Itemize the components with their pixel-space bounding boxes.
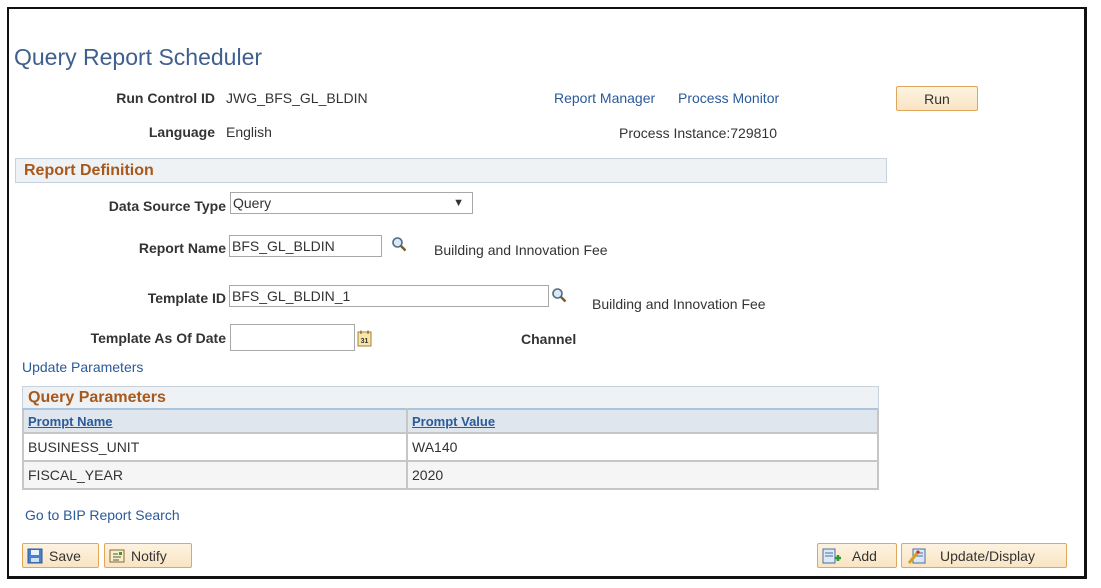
column-header-prompt-name[interactable]: Prompt Name	[22, 408, 408, 434]
report-definition-title: Report Definition	[24, 162, 154, 179]
channel-label: Channel	[521, 331, 577, 347]
go-to-bip-report-search-link[interactable]: Go to BIP Report Search	[25, 507, 180, 523]
column-header-prompt-value[interactable]: Prompt Value	[406, 408, 879, 434]
run-button-label: Run	[924, 90, 950, 107]
prompt-value-cell: 2020	[406, 460, 879, 490]
prompt-value-header-link[interactable]: Prompt Value	[412, 414, 495, 429]
data-source-type-select[interactable]: Query ▼	[230, 192, 473, 214]
floppy-disk-icon	[27, 548, 43, 563]
run-control-id-label: Run Control ID	[116, 90, 215, 106]
update-display-button[interactable]: Update/Display	[901, 543, 1067, 568]
report-name-description: Building and Innovation Fee	[434, 242, 608, 258]
magnifier-icon[interactable]	[391, 236, 407, 252]
prompt-name-cell: BUSINESS_UNIT	[22, 432, 408, 462]
data-source-type-value: Query	[233, 195, 272, 211]
add-button[interactable]: Add	[817, 543, 897, 568]
notify-icon	[109, 549, 125, 562]
report-name-label: Report Name	[138, 240, 226, 256]
template-as-of-date-input[interactable]	[230, 324, 355, 351]
language-label: Language	[148, 124, 215, 140]
prompt-name-header-link[interactable]: Prompt Name	[28, 414, 113, 429]
notify-button[interactable]: Notify	[104, 543, 192, 568]
process-instance: Process Instance:729810	[619, 125, 777, 141]
language-value: English	[226, 124, 272, 140]
page-title: Query Report Scheduler	[14, 44, 263, 70]
template-id-description: Building and Innovation Fee	[592, 296, 766, 312]
notify-button-label: Notify	[131, 547, 167, 564]
run-control-id-value: JWG_BFS_GL_BLDIN	[226, 90, 368, 106]
report-definition-header: Report Definition	[15, 158, 887, 183]
run-button[interactable]: Run	[896, 86, 978, 111]
report-manager-link[interactable]: Report Manager	[554, 90, 655, 106]
data-source-type-label: Data Source Type	[108, 198, 226, 214]
save-button[interactable]: Save	[22, 543, 99, 568]
save-button-label: Save	[49, 547, 81, 564]
report-name-input[interactable]: BFS_GL_BLDIN	[229, 235, 382, 257]
process-monitor-link[interactable]: Process Monitor	[678, 90, 779, 106]
update-parameters-link[interactable]: Update Parameters	[22, 359, 143, 375]
grid-header-row: Prompt Name Prompt Value	[22, 408, 879, 434]
query-parameters-title: Query Parameters	[28, 389, 166, 406]
calendar-icon[interactable]: 31	[357, 330, 372, 347]
dropdown-arrow-icon: ▼	[453, 197, 464, 209]
template-id-label: Template ID	[147, 290, 226, 306]
template-id-value: BFS_GL_BLDIN_1	[232, 288, 351, 304]
svg-text:31: 31	[361, 338, 369, 345]
query-parameters-header: Query Parameters	[22, 386, 879, 408]
table-row: BUSINESS_UNIT WA140	[22, 432, 879, 462]
prompt-value-cell: WA140	[406, 432, 879, 462]
template-id-input[interactable]: BFS_GL_BLDIN_1	[229, 285, 549, 307]
table-row: FISCAL_YEAR 2020	[22, 460, 879, 490]
template-as-of-date-label: Template As Of Date	[90, 330, 226, 346]
report-name-value: BFS_GL_BLDIN	[232, 238, 335, 254]
pencil-document-icon	[908, 548, 926, 564]
update-display-button-label: Update/Display	[940, 547, 1035, 564]
magnifier-icon[interactable]	[551, 287, 567, 303]
add-document-icon	[822, 548, 841, 563]
query-parameters-grid: Prompt Name Prompt Value BUSINESS_UNIT W…	[22, 408, 879, 490]
add-button-label: Add	[852, 547, 877, 564]
prompt-name-cell: FISCAL_YEAR	[22, 460, 408, 490]
